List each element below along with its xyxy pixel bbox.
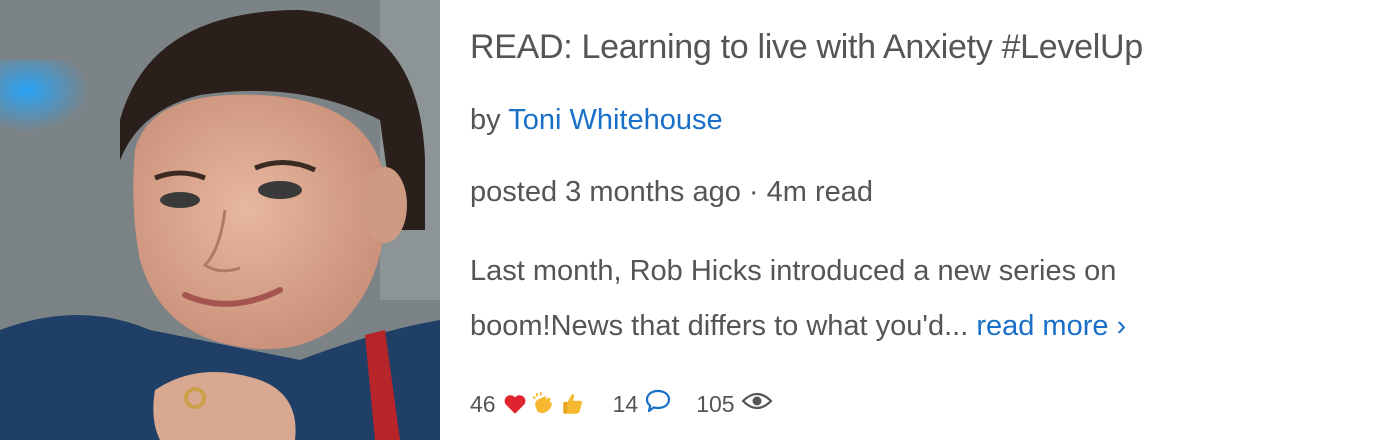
post-meta: posted 3 months ago · 4m read — [470, 176, 873, 209]
thumbs-up-icon[interactable] — [560, 391, 586, 417]
posted-date: posted 3 months ago — [470, 176, 741, 208]
comments-count: 14 — [612, 390, 639, 417]
post-excerpt: Last month, Rob Hicks introduced a new s… — [470, 244, 1270, 354]
post-title[interactable]: READ: Learning to live with Anxiety #Lev… — [470, 28, 1143, 67]
byline: by Toni Whitehouse — [470, 104, 723, 137]
author-photo[interactable] — [0, 0, 440, 440]
read-time: 4m read — [766, 176, 874, 208]
meta-separator: · — [748, 176, 759, 208]
heart-icon[interactable] — [502, 391, 528, 417]
views-count: 105 — [696, 390, 735, 417]
author-link[interactable]: Toni Whitehouse — [508, 104, 722, 136]
post-card: READ: Learning to live with Anxiety #Lev… — [0, 0, 1380, 440]
eye-icon — [741, 390, 773, 418]
post-stats: 46 14 105 — [470, 388, 773, 420]
by-label: by — [470, 104, 501, 136]
read-more-link[interactable]: read more › — [976, 310, 1126, 342]
clapping-hands-icon[interactable] — [531, 391, 557, 417]
comment-bubble-icon[interactable] — [644, 388, 672, 420]
reactions-count: 46 — [470, 390, 496, 417]
